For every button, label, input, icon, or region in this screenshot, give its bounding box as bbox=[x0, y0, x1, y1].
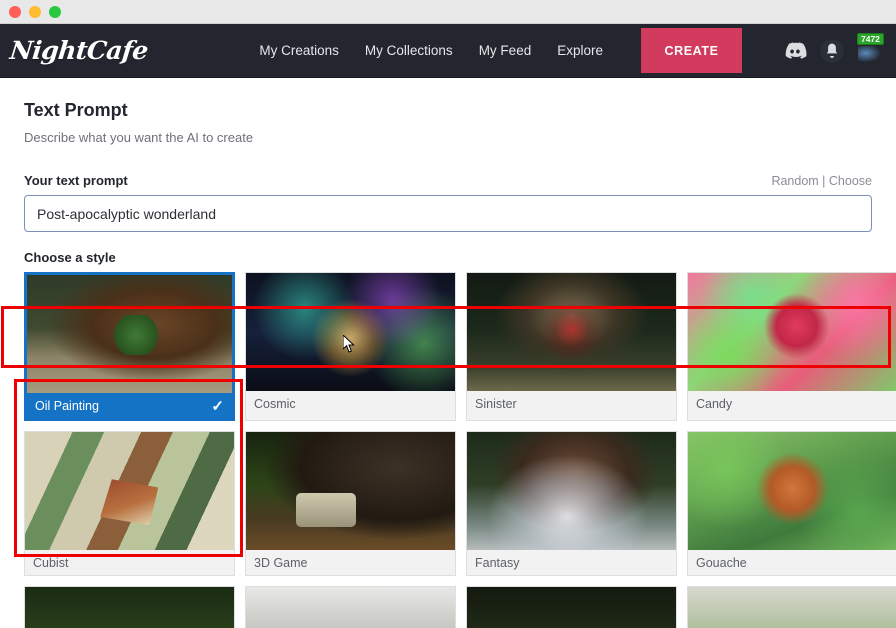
style-card-label: Fantasy bbox=[475, 555, 520, 570]
style-card-label-row: Cosmic bbox=[246, 391, 455, 416]
check-icon: ✓ bbox=[211, 397, 224, 415]
style-thumbnail bbox=[246, 432, 455, 550]
nav-my-creations[interactable]: My Creations bbox=[259, 43, 339, 58]
choose-a-style-heading: Choose a style bbox=[24, 250, 116, 265]
credits-badge: 7472 bbox=[857, 32, 884, 45]
page-body: Text Prompt Describe what you want the A… bbox=[0, 100, 896, 628]
style-grid: Oil Painting ✓ Cosmic Sinister Candy Cub… bbox=[24, 272, 896, 628]
style-card-candy[interactable]: Candy bbox=[687, 272, 896, 421]
nav-my-feed[interactable]: My Feed bbox=[479, 43, 532, 58]
style-card-sinister[interactable]: Sinister bbox=[466, 272, 677, 421]
style-card-label: Candy bbox=[696, 396, 733, 411]
style-card-label-row: Fantasy bbox=[467, 550, 676, 575]
style-card-3d-game[interactable]: 3D Game bbox=[245, 431, 456, 576]
style-card-label-row: Cubist bbox=[25, 550, 234, 575]
window-titlebar bbox=[0, 0, 896, 24]
main-content: Text Prompt Describe what you want the A… bbox=[0, 100, 896, 628]
style-card-label: Cosmic bbox=[254, 396, 296, 411]
style-card-gouache[interactable]: Gouache bbox=[687, 431, 896, 576]
style-card-label-row: Candy bbox=[688, 391, 896, 416]
style-thumbnail bbox=[467, 587, 676, 628]
style-card-fantasy[interactable]: Fantasy bbox=[466, 431, 677, 576]
style-card-label: 3D Game bbox=[254, 555, 308, 570]
style-thumbnail bbox=[25, 587, 234, 628]
nav-explore[interactable]: Explore bbox=[557, 43, 603, 58]
nav-links: My Creations My Collections My Feed Expl… bbox=[259, 24, 896, 77]
style-thumbnail bbox=[467, 273, 676, 391]
prompt-input-wrap bbox=[24, 195, 872, 232]
style-card-cubist[interactable]: Cubist bbox=[24, 431, 235, 576]
page-subtitle: Describe what you want the AI to create bbox=[24, 130, 254, 145]
site-logo[interactable]: NightCafe bbox=[8, 36, 149, 65]
text-prompt-input[interactable] bbox=[24, 195, 872, 232]
style-card-label: Gouache bbox=[696, 555, 747, 570]
style-thumbnail bbox=[246, 273, 455, 391]
prompt-label: Your text prompt bbox=[24, 173, 128, 188]
prompt-actions-separator: | bbox=[822, 174, 826, 188]
nav-icon-group: 7472 bbox=[782, 32, 886, 66]
style-card-partial-3[interactable] bbox=[466, 586, 677, 628]
style-card-oil-painting[interactable]: Oil Painting ✓ bbox=[24, 272, 235, 421]
style-thumbnail bbox=[246, 587, 455, 628]
style-card-partial-4[interactable] bbox=[687, 586, 896, 628]
style-card-cosmic[interactable]: Cosmic bbox=[245, 272, 456, 421]
style-card-label-row: Sinister bbox=[467, 391, 676, 416]
prompt-actions: Random | Choose bbox=[771, 174, 872, 188]
style-card-label-row: Gouache bbox=[688, 550, 896, 575]
style-card-partial-2[interactable] bbox=[245, 586, 456, 628]
window-maximize-button[interactable] bbox=[49, 5, 61, 18]
create-button[interactable]: CREATE bbox=[641, 28, 742, 73]
style-thumbnail bbox=[688, 432, 896, 550]
style-card-label: Oil Painting bbox=[35, 398, 99, 413]
window-minimize-button[interactable] bbox=[29, 5, 41, 18]
discord-icon[interactable] bbox=[782, 38, 808, 64]
style-thumbnail bbox=[467, 432, 676, 550]
page-title: Text Prompt bbox=[24, 100, 128, 120]
style-card-label-row: Oil Painting ✓ bbox=[27, 393, 232, 418]
avatar[interactable]: 7472 bbox=[856, 32, 886, 66]
style-thumbnail bbox=[688, 273, 896, 391]
window-close-button[interactable] bbox=[9, 5, 21, 18]
mouse-cursor-icon bbox=[343, 335, 355, 353]
top-navbar: NightCafe My Creations My Collections My… bbox=[0, 24, 896, 78]
style-thumbnail bbox=[27, 275, 232, 393]
style-card-label-row: 3D Game bbox=[246, 550, 455, 575]
prompt-label-row: Your text prompt Random | Choose bbox=[24, 173, 872, 188]
style-card-partial-1[interactable] bbox=[24, 586, 235, 628]
random-prompt-link[interactable]: Random bbox=[771, 174, 818, 188]
style-thumbnail bbox=[688, 587, 896, 628]
choose-prompt-link[interactable]: Choose bbox=[829, 174, 872, 188]
style-card-label: Sinister bbox=[475, 396, 517, 411]
bell-icon[interactable] bbox=[819, 38, 845, 64]
style-thumbnail bbox=[25, 432, 234, 550]
nav-my-collections[interactable]: My Collections bbox=[365, 43, 453, 58]
style-card-label: Cubist bbox=[33, 555, 69, 570]
